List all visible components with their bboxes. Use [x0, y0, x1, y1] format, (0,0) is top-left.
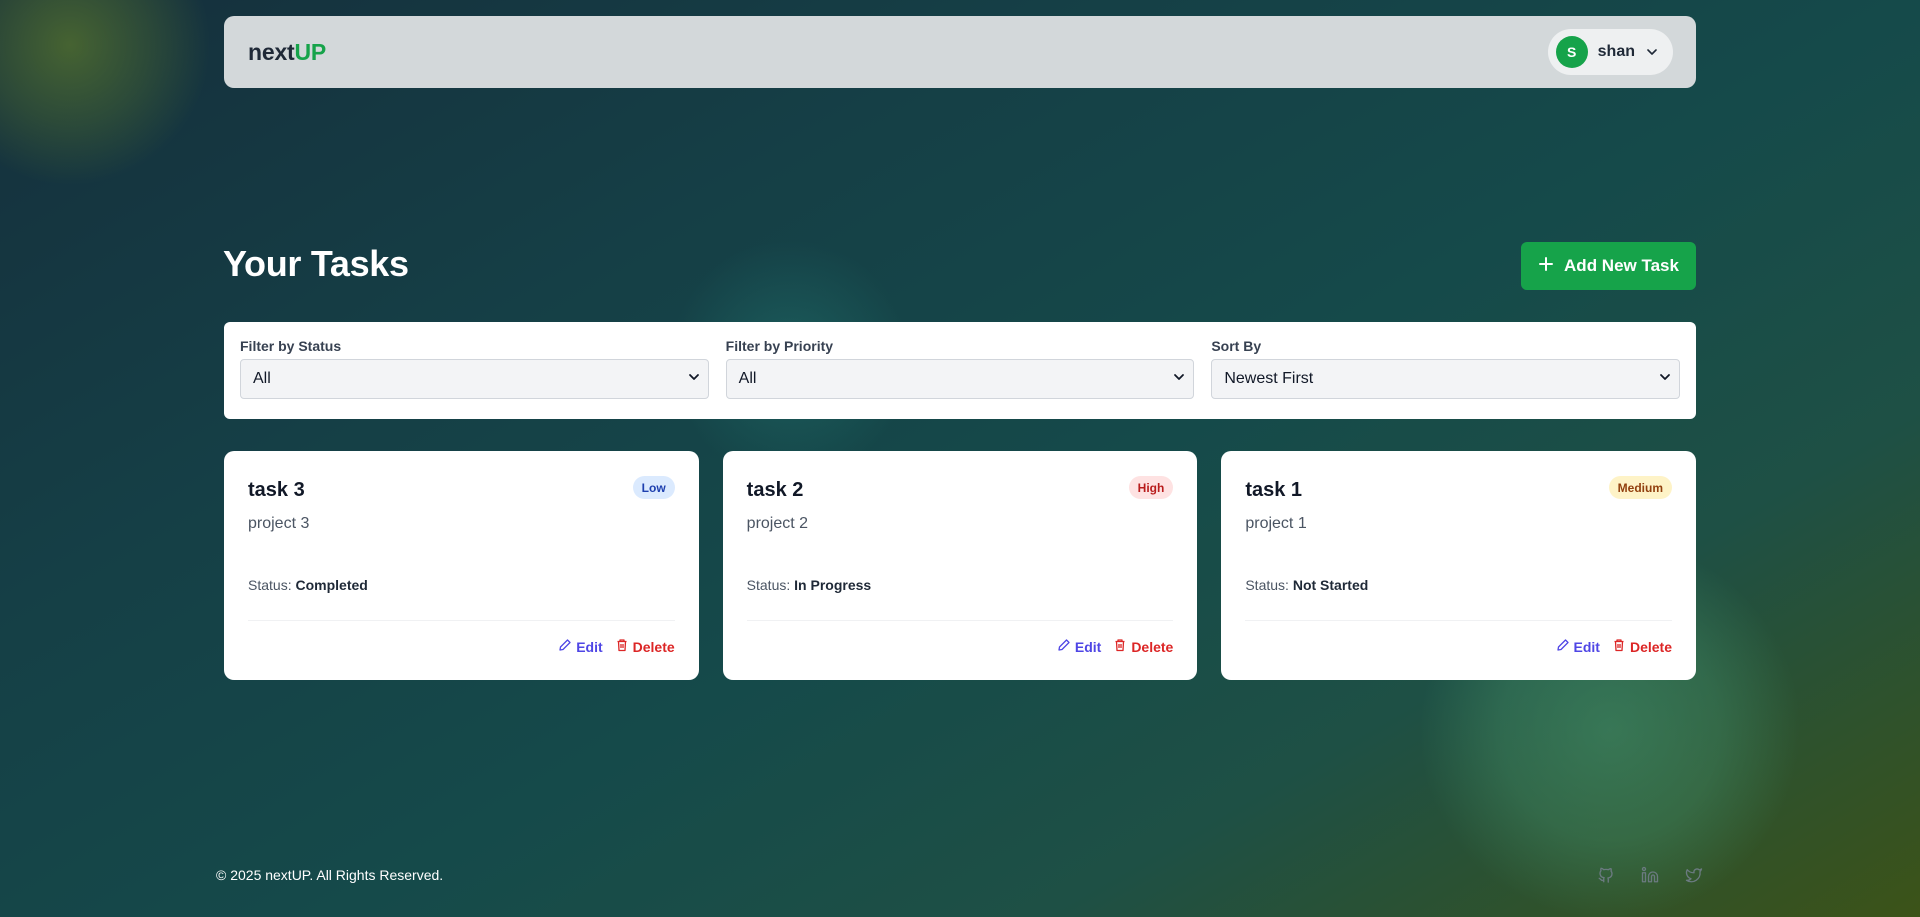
filter-panel: Filter by Status All Filter by Priority …	[224, 322, 1696, 419]
add-new-task-label: Add New Task	[1564, 256, 1679, 275]
task-status: Status: In Progress	[747, 577, 872, 593]
delete-label: Delete	[1131, 638, 1174, 655]
priority-badge: Medium	[1608, 476, 1673, 499]
edit-label: Edit	[1573, 638, 1600, 655]
username-label: shan	[1597, 43, 1635, 60]
sort-filter-label: Sort By	[1211, 338, 1262, 354]
pencil-icon	[558, 638, 572, 655]
status-value: In Progress	[794, 577, 872, 593]
chevron-down-icon	[1659, 370, 1671, 388]
edit-label: Edit	[576, 638, 603, 655]
task-status: Status: Completed	[248, 577, 368, 593]
task-title: task 2	[746, 479, 804, 501]
status-value: Completed	[295, 577, 368, 593]
plus-icon	[1538, 256, 1554, 277]
pencil-icon	[1556, 638, 1570, 655]
card-divider	[1245, 620, 1673, 621]
status-value: Not Started	[1292, 577, 1369, 593]
user-menu-button[interactable]: S shan	[1547, 29, 1673, 75]
chevron-down-icon	[1173, 370, 1185, 388]
edit-button[interactable]: Edit	[1057, 638, 1101, 655]
task-actions: Edit Delete	[1556, 638, 1672, 655]
task-actions: Edit Delete	[558, 638, 675, 655]
task-card: task 2 High project 2 Status: In Progres…	[722, 451, 1198, 680]
task-actions: Edit Delete	[1057, 638, 1173, 655]
social-links	[1596, 865, 1704, 885]
top-navbar: nextUP S shan	[224, 16, 1696, 88]
delete-label: Delete	[632, 638, 675, 655]
chevron-down-icon	[688, 370, 700, 388]
task-title: task 1	[1245, 479, 1303, 501]
logo-prefix: next	[248, 38, 295, 65]
twitter-icon[interactable]	[1684, 865, 1704, 885]
task-title: task 3	[248, 479, 305, 501]
task-project: project 3	[248, 515, 310, 532]
footer-copyright: © 2025 nextUP. All Rights Reserved.	[216, 867, 444, 883]
chevron-down-icon	[1645, 45, 1659, 59]
status-label: Status:	[1245, 577, 1289, 593]
priority-filter-label: Filter by Priority	[725, 338, 834, 354]
task-card: task 1 Medium project 1 Status: Not Star…	[1221, 451, 1697, 680]
priority-badge: High	[1128, 476, 1174, 499]
delete-button[interactable]: Delete	[615, 638, 675, 655]
status-label: Status:	[248, 577, 292, 593]
sort-value: Newest First	[1224, 370, 1314, 387]
logo-accent: UP	[294, 38, 327, 65]
linkedin-icon[interactable]	[1640, 865, 1660, 885]
priority-badge: Low	[632, 476, 675, 499]
delete-button[interactable]: Delete	[1113, 638, 1173, 655]
task-project: project 1	[1245, 515, 1307, 532]
sort-select[interactable]: Newest First	[1211, 359, 1681, 399]
task-project: project 2	[746, 515, 809, 532]
card-divider	[746, 620, 1174, 621]
priority-filter: Filter by Priority All	[725, 338, 1195, 419]
delete-label: Delete	[1629, 638, 1673, 655]
task-status: Status: Not Started	[1245, 577, 1368, 593]
avatar: S	[1555, 36, 1588, 68]
pencil-icon	[1057, 638, 1071, 655]
priority-filter-value: All	[738, 370, 757, 387]
status-filter-select[interactable]: All	[240, 359, 709, 399]
status-filter-value: All	[253, 370, 271, 387]
edit-button[interactable]: Edit	[558, 638, 603, 655]
app-logo[interactable]: nextUP	[248, 39, 326, 66]
task-card: task 3 Low project 3 Status: Completed E…	[224, 451, 699, 680]
status-label: Status:	[746, 577, 791, 593]
page-title: Your Tasks	[223, 243, 409, 284]
github-icon[interactable]	[1596, 865, 1616, 885]
task-list: task 3 Low project 3 Status: Completed E…	[224, 451, 1697, 680]
edit-label: Edit	[1074, 638, 1102, 655]
sort-filter: Sort By Newest First	[1211, 338, 1681, 419]
trash-icon	[1612, 638, 1626, 655]
trash-icon	[615, 638, 629, 655]
priority-filter-select[interactable]: All	[725, 359, 1195, 399]
add-new-task-button[interactable]: Add New Task	[1521, 242, 1696, 290]
card-divider	[248, 620, 675, 621]
trash-icon	[1113, 638, 1127, 655]
edit-button[interactable]: Edit	[1556, 638, 1600, 655]
status-filter: Filter by Status All	[240, 339, 709, 419]
delete-button[interactable]: Delete	[1612, 638, 1672, 655]
status-filter-label: Filter by Status	[240, 338, 342, 354]
